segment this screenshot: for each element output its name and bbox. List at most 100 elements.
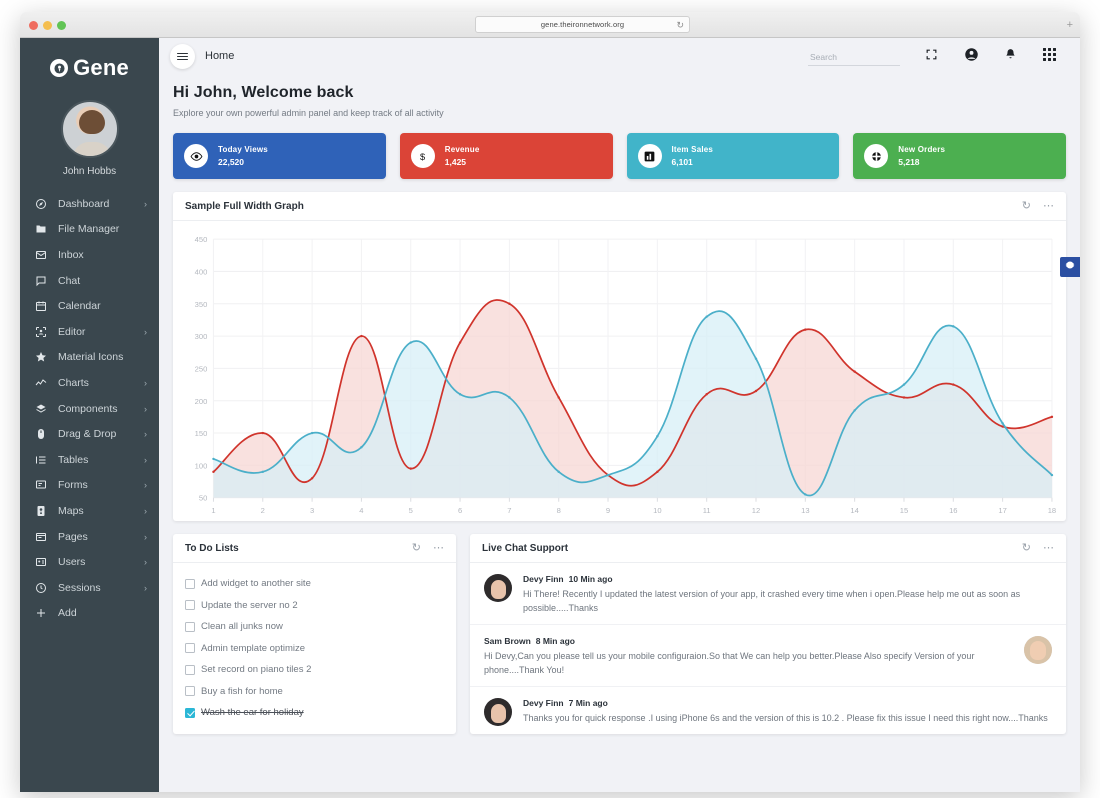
sidebar-item-chat[interactable]: Chat (20, 268, 159, 294)
gene-logo-icon (50, 59, 69, 77)
sidebar-item-sessions[interactable]: Sessions › (20, 575, 159, 601)
svg-text:3: 3 (310, 506, 314, 515)
svg-text:450: 450 (195, 235, 208, 244)
area-chart[interactable]: 501001502002503003504004501 2 3 4 5 6 7 8 9 10 11 1… (183, 231, 1056, 520)
todo-checkbox[interactable] (185, 578, 195, 589)
avatar[interactable] (60, 100, 119, 158)
chat-message-body: Devy Finn 10 Min ago Hi There! Recently I … (523, 574, 1052, 615)
bell-icon[interactable] (1002, 46, 1019, 63)
chevron-right-icon: › (144, 377, 147, 388)
address-bar[interactable]: gene.theironnetwork.org ↻ (475, 16, 690, 33)
chat-message-meta: Devy Finn 7 Min ago (523, 698, 1052, 708)
svg-text:14: 14 (850, 506, 858, 515)
sidebar-item-inbox[interactable]: Inbox (20, 242, 159, 268)
reload-icon[interactable]: ↻ (676, 20, 684, 31)
settings-gear-button[interactable] (1060, 257, 1080, 277)
stat-title: Today Views (218, 145, 268, 154)
page-title: Hi John, Welcome back (173, 84, 354, 101)
todo-label: Wash the ear for holiday (201, 707, 304, 719)
todo-checkbox[interactable] (185, 686, 195, 697)
envelope-icon (33, 248, 48, 261)
mouse-icon (33, 428, 48, 441)
stat-card-new-orders[interactable]: New Orders 5,218 (853, 133, 1066, 179)
chat-card-header: Live Chat Support ↻ ⋯ (470, 534, 1066, 563)
stat-card-item-sales[interactable]: Item Sales 6,101 (626, 133, 840, 179)
svg-text:$: $ (420, 151, 425, 161)
url-text: gene.theironnetwork.org (540, 20, 625, 29)
fullscreen-icon[interactable] (923, 46, 940, 63)
todo-item[interactable]: Clean all junks now (173, 616, 456, 638)
close-window-button[interactable] (29, 21, 38, 30)
chevron-right-icon: › (144, 531, 147, 542)
menu-toggle-button[interactable] (170, 44, 195, 69)
refresh-icon[interactable]: ↻ (1022, 200, 1031, 212)
sidebar-item-forms[interactable]: Forms › (20, 473, 159, 499)
minimize-window-button[interactable] (43, 21, 52, 30)
maximize-window-button[interactable] (57, 21, 66, 30)
star-icon (33, 351, 48, 364)
todo-checkbox[interactable] (185, 600, 195, 611)
new-tab-button[interactable]: + (1067, 19, 1073, 31)
todo-card-header: To Do Lists ↻ ⋯ (173, 534, 456, 563)
sidebar-item-drag-and-drop[interactable]: Drag & Drop › (20, 421, 159, 447)
sidebar-item-add[interactable]: Add (20, 601, 159, 627)
avatar[interactable] (1024, 636, 1052, 664)
todo-checkbox[interactable] (185, 664, 195, 675)
search-input[interactable] (808, 52, 900, 66)
todo-checkbox[interactable] (185, 643, 195, 654)
sidebar-item-components[interactable]: Components › (20, 396, 159, 422)
stat-card-revenue[interactable]: $ Revenue 1,425 (399, 133, 613, 179)
refresh-icon[interactable]: ↻ (1022, 542, 1031, 554)
sidebar-item-charts[interactable]: Charts › (20, 370, 159, 396)
sidebar-item-label: Components (58, 402, 118, 415)
chevron-right-icon: › (144, 454, 147, 465)
bar-chart-icon (637, 144, 662, 168)
chat-sender-name: Devy Finn (523, 574, 564, 584)
apps-grid-icon[interactable] (1041, 46, 1058, 63)
sidebar-item-material-icons[interactable]: Material Icons (20, 345, 159, 371)
account-circle-icon[interactable] (963, 46, 980, 63)
sidebar-item-calendar[interactable]: Calendar (20, 293, 159, 319)
main-content: Hi John, Welcome back Explore your own p… (159, 74, 1080, 792)
stat-card-today-views[interactable]: Today Views 22,520 (173, 133, 386, 179)
svg-text:350: 350 (195, 300, 208, 309)
sidebar-item-label: Drag & Drop (58, 428, 117, 441)
refresh-icon[interactable]: ↻ (412, 542, 421, 554)
sidebar-item-maps[interactable]: Maps › (20, 498, 159, 524)
dollar-icon: $ (410, 144, 435, 168)
more-horizontal-icon[interactable]: ⋯ (1043, 200, 1054, 212)
profile-name: John Hobbs (62, 166, 117, 177)
svg-text:1: 1 (211, 506, 215, 515)
sidebar-nav: Dashboard › File Manager Inbox Chat Cale… (20, 191, 159, 626)
avatar[interactable] (484, 574, 512, 602)
page-viewport: Gene John Hobbs Dashboard › File Manager (20, 38, 1080, 792)
chat-message: Sam Brown 8 Min ago Hi Devy,Can you please… (470, 625, 1066, 687)
todo-item[interactable]: Set record on piano tiles 2 (173, 659, 456, 681)
sidebar-item-dashboard[interactable]: Dashboard › (20, 191, 159, 217)
avatar[interactable] (484, 698, 512, 726)
todo-item[interactable]: Add widget to another site (173, 573, 456, 595)
sidebar-item-label: Material Icons (58, 351, 124, 364)
more-horizontal-icon[interactable]: ⋯ (1043, 542, 1054, 554)
calendar-icon (33, 300, 48, 313)
todo-item[interactable]: Wash the ear for holiday (173, 702, 456, 724)
sidebar-item-tables[interactable]: Tables › (20, 447, 159, 473)
svg-text:10: 10 (653, 506, 661, 515)
todo-checkbox[interactable] (185, 707, 195, 718)
chat-message-meta: Sam Brown 8 Min ago (484, 636, 1013, 646)
brand-logo-area[interactable]: Gene (20, 46, 159, 90)
line-chart-icon (33, 376, 48, 389)
todo-item[interactable]: Update the server no 2 (173, 595, 456, 617)
chart-area[interactable]: 50 100 150 200 250 300 350 400 450 1 2 3 4 5 6 7 8 9 10 11 1… (173, 221, 1066, 520)
sidebar-item-file-manager[interactable]: File Manager (20, 217, 159, 243)
more-horizontal-icon[interactable]: ⋯ (433, 542, 444, 554)
todo-checkbox[interactable] (185, 621, 195, 632)
sidebar-item-pages[interactable]: Pages › (20, 524, 159, 550)
sidebar-item-editor[interactable]: Editor › (20, 319, 159, 345)
sidebar-profile: John Hobbs (20, 100, 159, 177)
browser-window: gene.theironnetwork.org ↻ + Gene John Ho… (20, 12, 1080, 792)
sidebar-item-users[interactable]: Users › (20, 549, 159, 575)
todo-item[interactable]: Buy a fish for home (173, 681, 456, 703)
svg-text:4: 4 (359, 506, 363, 515)
todo-item[interactable]: Admin template optimize (173, 638, 456, 660)
